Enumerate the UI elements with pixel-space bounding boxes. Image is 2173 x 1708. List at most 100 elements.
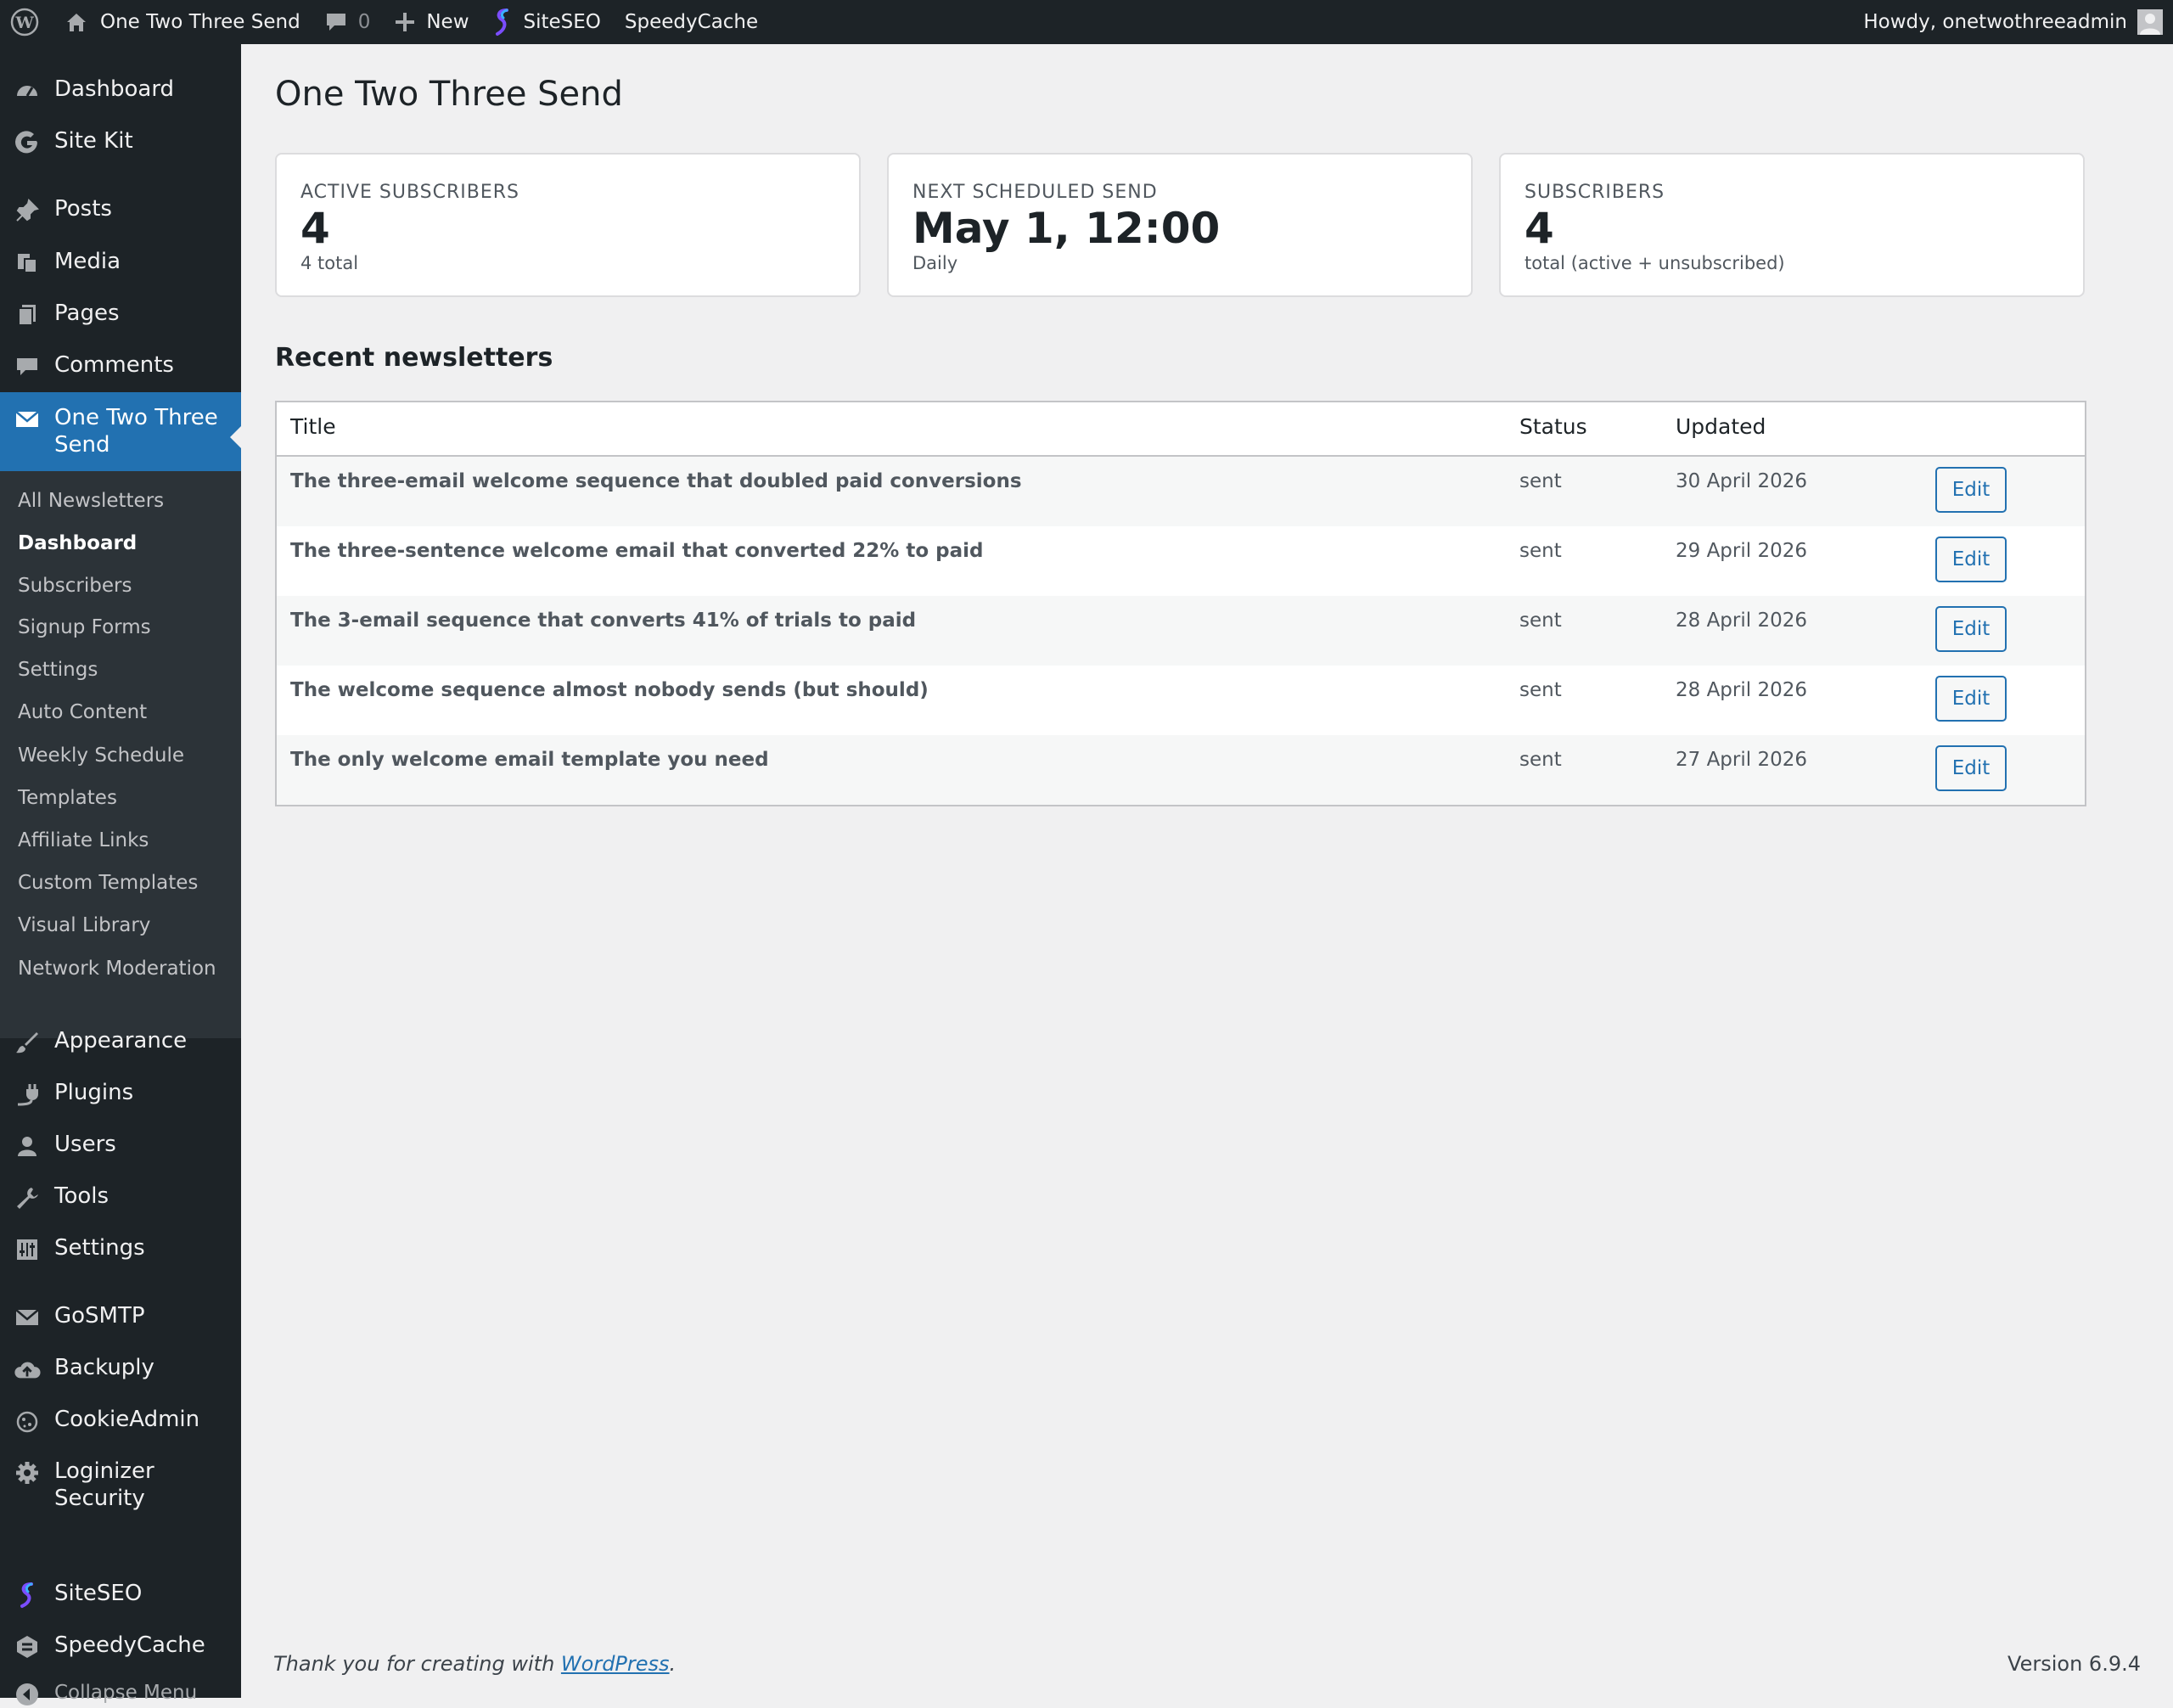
menu-item-dashboard[interactable]: Dashboard [0,76,241,104]
menu-item-site-kit[interactable]: Site Kit [0,127,241,156]
menu-label: SiteSEO [54,1581,143,1606]
menu-label: GoSMTP [54,1303,145,1329]
edit-button[interactable]: Edit [1935,676,2007,722]
newsletter-updated: 28 April 2026 [1676,610,1807,632]
column-header-title: Title [290,414,336,439]
cloud-upload-icon [14,1356,41,1383]
submenu-item-dashboard[interactable]: Dashboard [18,531,137,556]
menu-item-gosmtp[interactable]: GoSMTP [0,1302,241,1331]
site-name-label: One Two Three Send [100,11,300,33]
wordpress-link[interactable]: WordPress [561,1652,670,1676]
gear-icon [14,1459,41,1486]
footer-thanks: Thank you for creating with WordPress. [273,1652,676,1676]
submenu-item-affiliate-links[interactable]: Affiliate Links [18,828,149,853]
submenu-item-network-moderation[interactable]: Network Moderation [18,956,216,981]
stat-subtext: total (active + unsubscribed) [1524,253,1785,273]
menu-item-tools[interactable]: Tools [0,1183,241,1211]
edit-button[interactable]: Edit [1935,745,2007,791]
menu-label: Settings [54,1235,145,1261]
submenu-item-all-newsletters[interactable]: All Newsletters [18,488,164,514]
wordpress-logo-icon[interactable]: W [0,0,51,44]
menu-item-pages[interactable]: Pages [0,300,241,329]
newsletter-title: The three-sentence welcome email that co… [290,540,984,562]
menu-item-one-two-three-send[interactable]: One Two Three Send [0,392,241,471]
menu-label: Users [54,1132,116,1157]
menu-item-speedycache[interactable]: SpeedyCache [0,1632,241,1660]
submenu-item-settings[interactable]: Settings [18,657,98,683]
speedycache-link[interactable]: SpeedyCache [613,0,770,44]
footer-thanks-suffix: . [669,1652,677,1676]
site-name-link[interactable]: One Two Three Send [51,0,312,44]
recent-newsletters-heading: Recent newsletters [275,343,553,373]
svg-text:W: W [14,14,34,32]
stat-value: 4 [1524,204,1554,253]
newsletter-title: The welcome sequence almost nobody sends… [290,679,929,701]
menu-item-cookieadmin[interactable]: CookieAdmin [0,1406,241,1435]
newsletter-status: sent [1519,470,1562,492]
menu-item-appearance[interactable]: Appearance [0,1027,241,1056]
greeting-label: Howdy, onetwothreeadmin [1863,11,2127,33]
table-row: The three-sentence welcome email that co… [277,526,2085,596]
plug-icon [14,1081,41,1108]
newsletter-status: sent [1519,610,1562,632]
recent-newsletters-table: Title Status Updated The three-email wel… [275,401,2086,806]
comments-count: 0 [357,11,371,33]
menu-item-siteseo[interactable]: SiteSEO [0,1580,241,1609]
comment-icon [14,353,41,380]
submenu-item-visual-library[interactable]: Visual Library [18,913,150,938]
new-content-link[interactable]: New [382,0,480,44]
edit-button[interactable]: Edit [1935,606,2007,652]
stat-card-subscribers: SUBSCRIBERS 4 total (active + unsubscrib… [1499,153,2085,297]
submenu-item-templates[interactable]: Templates [18,785,117,811]
collapse-arrow-icon [14,1681,41,1708]
menu-label: Appearance [54,1028,188,1053]
stat-label: SUBSCRIBERS [1524,182,1665,203]
menu-label: Tools [54,1183,109,1209]
footer-version: Version 6.9.4 [2007,1652,2141,1676]
menu-item-loginizer-security[interactable]: Loginizer Security [0,1458,241,1512]
submenu-item-custom-templates[interactable]: Custom Templates [18,870,198,896]
page-title: One Two Three Send [275,75,623,114]
newsletter-status: sent [1519,540,1562,562]
google-g-icon [14,129,41,156]
admin-menu: Dashboard Site Kit Posts Media Pages Com… [0,44,241,1705]
stat-value: 4 [300,204,330,253]
menu-item-comments[interactable]: Comments [0,351,241,380]
edit-button[interactable]: Edit [1935,467,2007,513]
stat-label: NEXT SCHEDULED SEND [912,182,1158,203]
menu-item-users[interactable]: Users [0,1131,241,1160]
plus-icon [394,11,416,33]
menu-item-settings[interactable]: Settings [0,1234,241,1263]
comments-link[interactable]: 0 [312,0,383,44]
newsletter-title: The only welcome email template you need [290,749,769,771]
newsletter-title: The three-email welcome sequence that do… [290,470,1022,492]
table-header: Title Status Updated [277,402,2085,457]
comment-bubble-icon [324,10,348,34]
stat-label: ACTIVE SUBSCRIBERS [300,182,520,203]
submenu-item-auto-content[interactable]: Auto Content [18,699,147,725]
edit-button[interactable]: Edit [1935,537,2007,582]
speedycache-icon [14,1633,41,1660]
menu-label: CookieAdmin [54,1407,200,1432]
menu-item-posts[interactable]: Posts [0,195,241,224]
submenu-item-weekly-schedule[interactable]: Weekly Schedule [18,743,184,768]
admin-bar: W One Two Three Send 0 New SiteSEO Speed… [0,0,2173,44]
menu-item-media[interactable]: Media [0,248,241,277]
cookie-icon [14,1407,41,1435]
collapse-label: Collapse Menu [54,1682,198,1704]
main-content: One Two Three Send ACTIVE SUBSCRIBERS 4 … [241,44,2173,1698]
menu-item-backuply[interactable]: Backuply [0,1354,241,1383]
collapse-menu-button[interactable]: Collapse Menu [0,1679,241,1708]
avatar [2137,9,2163,35]
wrench-icon [14,1184,41,1211]
newsletter-status: sent [1519,679,1562,701]
column-header-status: Status [1519,414,1587,439]
menu-item-plugins[interactable]: Plugins [0,1079,241,1108]
column-header-updated: Updated [1676,414,1766,439]
submenu-item-signup-forms[interactable]: Signup Forms [18,615,151,640]
brush-icon [14,1029,41,1056]
my-account-link[interactable]: Howdy, onetwothreeadmin [1851,0,2173,44]
siteseo-link[interactable]: SiteSEO [481,0,613,44]
submenu: All Newsletters Dashboard Subscribers Si… [0,471,241,1038]
submenu-item-subscribers[interactable]: Subscribers [18,573,132,598]
